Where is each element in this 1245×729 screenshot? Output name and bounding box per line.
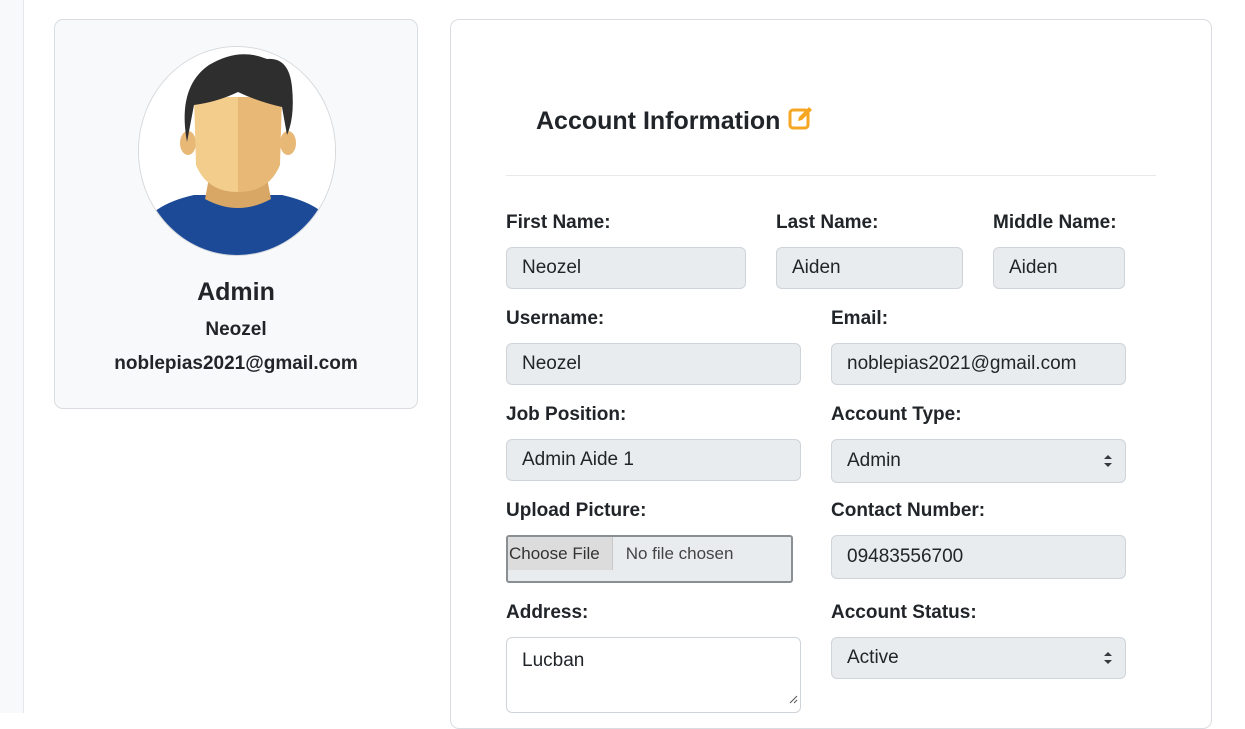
upload-picture-input[interactable]: Choose File No file chosen <box>506 535 793 583</box>
profile-card: Admin Neozel noblepias2021@gmail.com <box>54 19 418 409</box>
user-avatar-icon <box>139 47 335 255</box>
first-name-label: First Name: <box>506 212 611 233</box>
account-information-header: Account Information <box>536 105 814 138</box>
account-information-card: Account Information First Name: Neozel L… <box>450 19 1212 729</box>
upload-picture-label: Upload Picture: <box>506 500 647 521</box>
resize-handle-icon[interactable] <box>788 688 798 710</box>
address-textarea[interactable]: Lucban <box>506 637 801 713</box>
address-value: Lucban <box>522 650 585 671</box>
select-arrows-icon <box>1103 454 1113 468</box>
left-sidebar-edge <box>0 0 24 713</box>
first-name-input[interactable]: Neozel <box>506 247 746 289</box>
job-position-input[interactable]: Admin Aide 1 <box>506 439 801 481</box>
profile-email: noblepias2021@gmail.com <box>114 353 358 374</box>
account-status-select[interactable]: Active <box>831 637 1126 679</box>
last-name-input[interactable]: Aiden <box>776 247 963 289</box>
job-position-label: Job Position: <box>506 404 627 425</box>
avatar <box>138 46 336 256</box>
middle-name-label: Middle Name: <box>993 212 1117 233</box>
email-input[interactable]: noblepias2021@gmail.com <box>831 343 1126 385</box>
last-name-label: Last Name: <box>776 212 879 233</box>
account-status-label: Account Status: <box>831 602 977 623</box>
profile-username: Neozel <box>205 319 267 340</box>
edit-icon[interactable] <box>788 105 814 138</box>
username-input[interactable]: Neozel <box>506 343 801 385</box>
account-type-value: Admin <box>847 450 901 471</box>
header-divider <box>506 175 1156 176</box>
email-label: Email: <box>831 308 889 329</box>
contact-number-input[interactable]: 09483556700 <box>831 535 1126 579</box>
middle-name-input[interactable]: Aiden <box>993 247 1125 289</box>
contact-number-label: Contact Number: <box>831 500 986 521</box>
address-label: Address: <box>506 602 589 623</box>
file-status-text: No file chosen <box>625 544 734 563</box>
profile-role: Admin <box>197 278 275 306</box>
account-type-select[interactable]: Admin <box>831 439 1126 483</box>
username-label: Username: <box>506 308 605 329</box>
choose-file-button[interactable]: Choose File <box>508 537 613 570</box>
select-arrows-icon <box>1103 651 1113 665</box>
account-status-value: Active <box>847 647 899 668</box>
card-title: Account Information <box>536 107 781 135</box>
account-type-label: Account Type: <box>831 404 962 425</box>
